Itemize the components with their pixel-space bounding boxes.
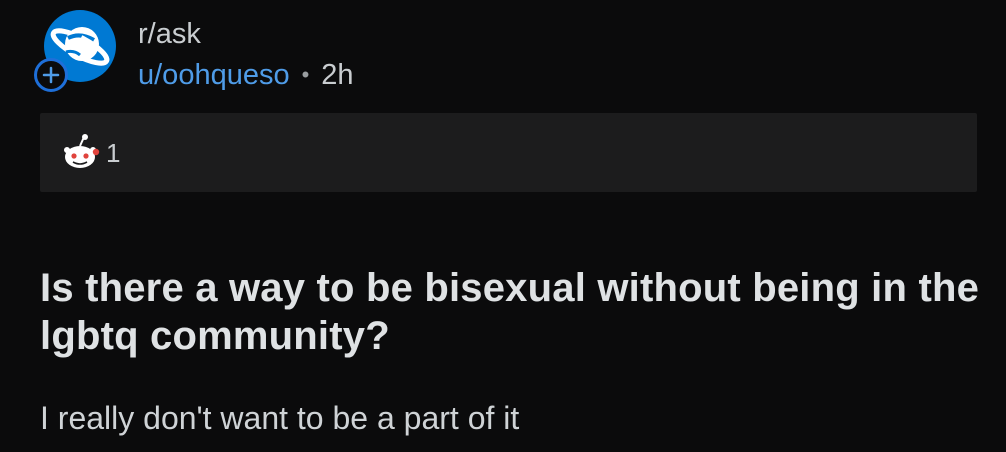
subreddit-avatar-group[interactable] <box>34 10 116 96</box>
post-header: r/ask u/oohqueso • 2h <box>0 0 1006 110</box>
subreddit-name[interactable]: r/ask <box>138 17 201 51</box>
snoo-award-icon <box>64 134 100 168</box>
post-meta: u/oohqueso • 2h <box>138 58 354 92</box>
join-button[interactable] <box>34 58 68 92</box>
plus-icon <box>42 66 60 84</box>
award-bar: 1 <box>40 113 977 192</box>
author-username[interactable]: u/oohqueso <box>138 58 290 92</box>
award-item[interactable]: 1 <box>60 131 120 175</box>
post-age: 2h <box>321 59 354 91</box>
award-count: 1 <box>106 138 121 168</box>
meta-separator: • <box>301 62 310 87</box>
post-body: I really don't want to be a part of it <box>40 400 520 436</box>
post-title[interactable]: Is there a way to be bisexual without be… <box>40 264 980 360</box>
